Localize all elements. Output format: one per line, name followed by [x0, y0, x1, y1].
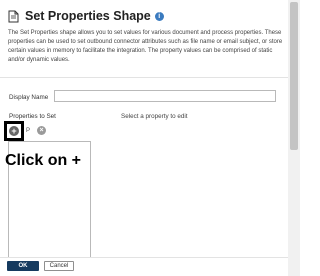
set-properties-dialog: Set Properties Shape i The Set Propertie… [0, 0, 300, 276]
add-button-highlight: + [4, 121, 24, 141]
header-divider [0, 77, 288, 78]
property-hint-text: P [26, 128, 31, 134]
dialog-title: Set Properties Shape [25, 9, 151, 23]
document-icon [8, 10, 19, 22]
cancel-button[interactable]: Cancel [44, 261, 74, 271]
properties-to-set-label: Properties to Set [9, 113, 56, 120]
dialog-header: Set Properties Shape i [8, 8, 164, 24]
display-name-input[interactable] [54, 90, 276, 102]
scrollbar-thumb[interactable] [290, 2, 298, 150]
select-property-hint: Select a property to edit [121, 113, 188, 120]
ok-button[interactable]: OK [7, 261, 39, 271]
add-property-button[interactable]: + [9, 126, 19, 136]
remove-property-button[interactable]: × [37, 126, 46, 135]
info-icon[interactable]: i [154, 11, 164, 21]
display-name-label: Display Name [9, 94, 49, 101]
footer-divider [0, 257, 288, 258]
dialog-description: The Set Properties shape allows you to s… [8, 30, 283, 63]
tutorial-annotation: Click on + [5, 152, 82, 169]
